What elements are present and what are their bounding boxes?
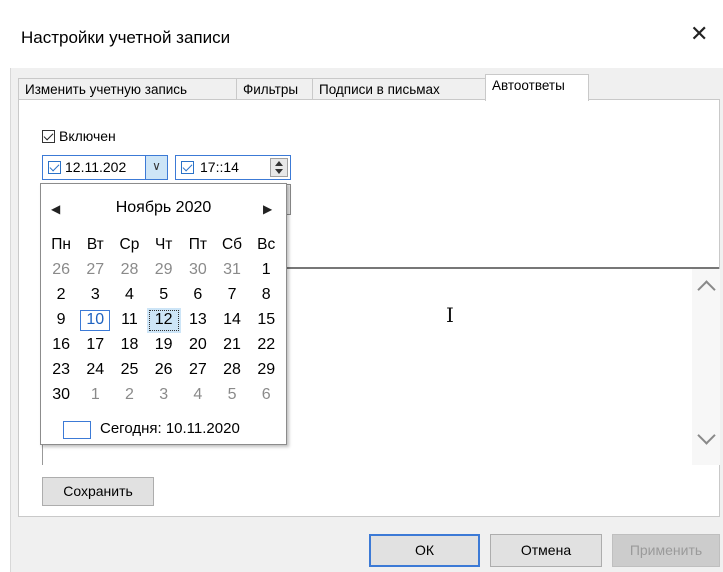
calendar-day[interactable]: 16	[44, 333, 78, 358]
weekday-header: Пн Вт Ср Чт Пт Сб Вс	[44, 233, 284, 258]
calendar-day[interactable]: 18	[112, 333, 146, 358]
calendar-day[interactable]: 25	[112, 358, 146, 383]
calendar-day[interactable]: 26	[147, 358, 181, 383]
calendar-week: 26 27 28 29 30 31 1	[44, 258, 284, 283]
account-settings-window: Настройки учетной записи ✕ Изменить учет…	[0, 0, 723, 572]
calendar-day[interactable]: 1	[78, 383, 112, 408]
today-marker-icon	[63, 421, 91, 439]
calendar-day[interactable]: 14	[215, 308, 249, 333]
calendar-day[interactable]: 30	[44, 383, 78, 408]
calendar-day[interactable]: 21	[215, 333, 249, 358]
calendar-day[interactable]: 3	[147, 383, 181, 408]
tab-edit-account[interactable]: Изменить учетную запись	[18, 78, 237, 100]
next-month-icon[interactable]: ▶	[263, 202, 272, 216]
spin-down-icon[interactable]	[275, 169, 283, 174]
date-value: 12.11.202	[65, 159, 127, 175]
calendar-day-today[interactable]: 10	[78, 308, 112, 333]
calendar-week: 16 17 18 19 20 21 22	[44, 333, 284, 358]
spin-up-icon[interactable]	[275, 161, 283, 166]
calendar-week: 9 10 11 12 13 14 15	[44, 308, 284, 333]
tab-filters[interactable]: Фильтры	[236, 78, 313, 100]
calendar-day[interactable]: 23	[44, 358, 78, 383]
weekday-label: Вт	[86, 236, 104, 253]
ok-button[interactable]: ОК	[369, 534, 480, 567]
scroll-up-icon[interactable]	[697, 280, 716, 299]
calendar-day[interactable]: 4	[112, 283, 146, 308]
calendar-day[interactable]: 9	[44, 308, 78, 333]
checkmark-icon	[42, 129, 55, 143]
calendar-day[interactable]: 4	[181, 383, 215, 408]
calendar-day[interactable]: 29	[147, 258, 181, 283]
calendar-day[interactable]: 2	[112, 383, 146, 408]
tab-signatures[interactable]: Подписи в письмах	[312, 78, 486, 100]
calendar-day[interactable]: 8	[249, 283, 283, 308]
apply-button[interactable]: Применить	[612, 534, 720, 567]
calendar-day[interactable]: 1	[249, 258, 283, 283]
calendar-day[interactable]: 26	[44, 258, 78, 283]
calendar-day[interactable]: 19	[147, 333, 181, 358]
today-label: Сегодня: 10.11.2020	[100, 420, 240, 437]
calendar-day[interactable]: 7	[215, 283, 249, 308]
calendar-day[interactable]: 20	[181, 333, 215, 358]
calendar-day[interactable]: 3	[78, 283, 112, 308]
calendar-day[interactable]: 5	[215, 383, 249, 408]
enabled-label: Включен	[59, 128, 116, 145]
weekday-label: Сб	[221, 236, 243, 253]
calendar-day[interactable]: 11	[112, 308, 146, 333]
time-spinner[interactable]	[270, 158, 288, 177]
save-button[interactable]: Сохранить	[42, 477, 154, 506]
scroll-down-icon[interactable]	[697, 426, 716, 445]
calendar-day[interactable]: 30	[181, 258, 215, 283]
calendar-day[interactable]: 5	[147, 283, 181, 308]
weekday-label: Чт	[154, 236, 173, 253]
calendar-day[interactable]: 17	[78, 333, 112, 358]
calendar-grid: Пн Вт Ср Чт Пт Сб Вс 26 27 28 29 30 31 1…	[44, 233, 284, 408]
window-title: Настройки учетной записи	[21, 28, 231, 47]
close-icon[interactable]: ✕	[690, 21, 708, 47]
calendar-day[interactable]: 6	[249, 383, 283, 408]
calendar-week: 2 3 4 5 6 7 8	[44, 283, 284, 308]
calendar-day[interactable]: 13	[181, 308, 215, 333]
time-checkbox[interactable]	[181, 161, 194, 174]
time-picker[interactable]: 17::14	[175, 155, 291, 180]
title-bar: Настройки учетной записи ✕	[0, 0, 723, 68]
enabled-checkbox[interactable]: Включен	[42, 127, 116, 145]
editor-scrollbar[interactable]	[692, 269, 720, 465]
date-checkbox[interactable]	[48, 161, 61, 174]
calendar-day[interactable]: 22	[249, 333, 283, 358]
weekday-label: Ср	[119, 236, 140, 253]
calendar-day[interactable]: 6	[181, 283, 215, 308]
weekday-label: Пт	[188, 236, 207, 253]
cancel-button[interactable]: Отмена	[490, 534, 602, 567]
weekday-label: Вс	[257, 236, 276, 253]
calendar-week: 23 24 25 26 27 28 29	[44, 358, 284, 383]
text-cursor-icon: I	[446, 303, 454, 327]
tab-autoreplies[interactable]: Автоответы	[485, 74, 589, 101]
calendar-month-label[interactable]: Ноябрь 2020	[41, 199, 286, 217]
calendar-day[interactable]: 2	[44, 283, 78, 308]
chevron-down-icon[interactable]: ∨	[145, 156, 167, 179]
calendar-day[interactable]: 24	[78, 358, 112, 383]
calendar-day[interactable]: 15	[249, 308, 283, 333]
calendar-day[interactable]: 31	[215, 258, 249, 283]
time-value: 17::14	[200, 159, 239, 175]
calendar-day[interactable]: 27	[78, 258, 112, 283]
calendar-week: 30 1 2 3 4 5 6	[44, 383, 284, 408]
weekday-label: Пн	[51, 236, 71, 253]
calendar-day[interactable]: 27	[181, 358, 215, 383]
calendar-dropdown: ◀ Ноябрь 2020 ▶ Пн Вт Ср Чт Пт Сб Вс 26 …	[40, 183, 287, 445]
calendar-day[interactable]: 28	[112, 258, 146, 283]
calendar-day-selected[interactable]: 12	[146, 308, 181, 333]
date-picker[interactable]: 12.11.202 ∨	[42, 155, 168, 180]
calendar-day[interactable]: 29	[249, 358, 283, 383]
calendar-day[interactable]: 28	[215, 358, 249, 383]
